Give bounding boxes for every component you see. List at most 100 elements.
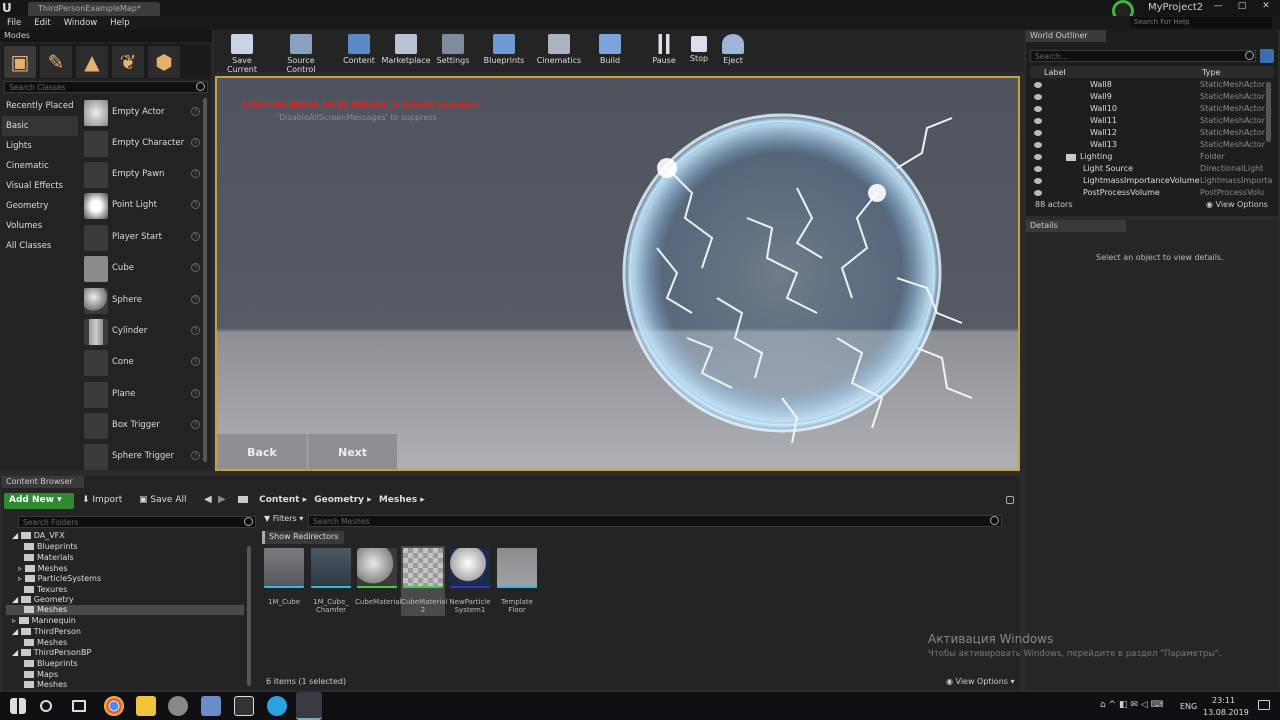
- app-icon[interactable]: [201, 696, 221, 716]
- tree-item[interactable]: Blueprints: [24, 542, 78, 551]
- outliner-row[interactable]: Wall11 StaticMeshActor: [1032, 116, 1272, 128]
- category-volumes[interactable]: Volumes: [2, 216, 78, 236]
- help-icon[interactable]: ?: [191, 326, 200, 335]
- import-button[interactable]: ⬇ Import: [82, 495, 122, 505]
- tree-item[interactable]: Texures: [24, 585, 67, 594]
- tree-scrollbar[interactable]: [247, 546, 251, 686]
- class-plane[interactable]: Plane?: [82, 380, 202, 410]
- assets-view-options[interactable]: ◉ View Options ▾: [946, 677, 1015, 686]
- search-folders-input[interactable]: Search Folders: [18, 516, 256, 528]
- category-lights[interactable]: Lights: [2, 136, 78, 156]
- search-icon[interactable]: [40, 700, 52, 712]
- asset-tile[interactable]: 1M_Cube: [262, 548, 306, 606]
- save-current-button[interactable]: Save Current: [218, 32, 266, 74]
- class-empty-actor[interactable]: Empty Actor?: [82, 98, 202, 128]
- outliner-row[interactable]: PostProcessVolume PostProcessVolu: [1032, 188, 1272, 200]
- windows-start-icon[interactable]: [10, 698, 26, 714]
- tree-item[interactable]: ◢ ThirdPersonBP: [12, 648, 91, 657]
- notifications-icon[interactable]: [1258, 700, 1270, 710]
- next-button[interactable]: Next: [307, 434, 397, 469]
- menu-help[interactable]: Help: [110, 16, 129, 30]
- outliner-search-input[interactable]: Search...: [1030, 50, 1256, 62]
- level-viewport[interactable]: LIGHTING NEEDS TO BE REBUILT (3 unbuilt …: [215, 76, 1020, 471]
- filters-button[interactable]: ▼ Filters ▾: [264, 514, 303, 523]
- place-mode-icon[interactable]: ▣: [4, 46, 36, 78]
- tree-item[interactable]: Maps: [24, 670, 58, 679]
- visibility-eye-icon[interactable]: [1034, 106, 1042, 112]
- category-cinematic[interactable]: Cinematic: [2, 156, 78, 176]
- class-box-trigger[interactable]: Box Trigger?: [82, 411, 202, 441]
- tree-item[interactable]: Meshes: [24, 638, 67, 647]
- column-label[interactable]: Label: [1044, 68, 1066, 77]
- paint-mode-icon[interactable]: ✎: [40, 46, 72, 78]
- column-type[interactable]: Type: [1202, 68, 1220, 77]
- tree-item[interactable]: ▹ Mannequin: [12, 616, 76, 625]
- outliner-row[interactable]: Wall10 StaticMeshActor: [1032, 104, 1272, 116]
- search-classes-input[interactable]: Search Classes: [4, 81, 208, 93]
- tree-item[interactable]: Materials: [24, 553, 74, 562]
- outliner-row[interactable]: Wall12 StaticMeshActor: [1032, 128, 1272, 140]
- category-recently-placed[interactable]: Recently Placed: [2, 96, 78, 116]
- menu-edit[interactable]: Edit: [34, 16, 50, 30]
- visibility-eye-icon[interactable]: [1034, 82, 1042, 88]
- tree-item[interactable]: ◢ DA_VFX: [12, 531, 65, 540]
- language-indicator[interactable]: ENG: [1180, 702, 1197, 711]
- clock-time[interactable]: 23:11: [1212, 696, 1235, 705]
- help-icon[interactable]: ?: [191, 263, 200, 272]
- outliner-row[interactable]: Wall13 StaticMeshActor: [1032, 140, 1272, 152]
- class-cone[interactable]: Cone?: [82, 348, 202, 378]
- visibility-eye-icon[interactable]: [1034, 178, 1042, 184]
- settings-button[interactable]: Settings: [436, 32, 470, 70]
- tree-item[interactable]: ◢ Geometry: [12, 595, 74, 604]
- blueprints-button[interactable]: Blueprints: [482, 32, 526, 70]
- class-cube[interactable]: Cube?: [82, 254, 202, 284]
- chrome-icon[interactable]: [104, 696, 124, 716]
- help-icon[interactable]: ?: [191, 451, 200, 460]
- outliner-row[interactable]: Wall9 StaticMeshActor: [1032, 92, 1272, 104]
- outliner-options-icon[interactable]: [1260, 49, 1274, 63]
- search-help-input[interactable]: Search For Help: [1130, 17, 1272, 28]
- visibility-eye-icon[interactable]: [1034, 94, 1042, 100]
- app-icon[interactable]: [234, 696, 254, 716]
- telegram-icon[interactable]: [267, 696, 287, 716]
- asset-tile[interactable]: NewParticle System1: [448, 548, 492, 614]
- stop-button[interactable]: Stop: [686, 32, 712, 70]
- asset-tile-selected[interactable]: CubeMaterial 2: [401, 546, 448, 616]
- outliner-row[interactable]: Wall8 StaticMeshActor: [1032, 80, 1272, 92]
- eject-button[interactable]: Eject: [720, 32, 746, 70]
- outliner-row-folder[interactable]: Lighting Folder: [1032, 152, 1272, 164]
- crumb-content[interactable]: Content: [259, 495, 299, 505]
- level-tab[interactable]: ThirdPersonExampleMap*: [28, 2, 160, 16]
- category-visual-effects[interactable]: Visual Effects: [2, 176, 78, 196]
- tray-icons[interactable]: ⌂ ^ ◧ ✉ ◁ ⌨: [1100, 700, 1164, 710]
- menu-window[interactable]: Window: [64, 16, 98, 30]
- class-cylinder[interactable]: Cylinder?: [82, 317, 202, 347]
- visibility-eye-icon[interactable]: [1034, 166, 1042, 172]
- class-sphere-trigger[interactable]: Sphere Trigger?: [82, 442, 202, 472]
- help-icon[interactable]: ?: [191, 295, 200, 304]
- category-basic[interactable]: Basic: [2, 116, 78, 136]
- show-redirectors-chip[interactable]: Show Redirectors: [262, 531, 345, 544]
- modes-scrollbar[interactable]: [203, 98, 207, 462]
- help-icon[interactable]: ?: [191, 138, 200, 147]
- lock-icon[interactable]: [1006, 496, 1014, 504]
- tree-item[interactable]: ▹ ParticleSystems: [18, 574, 101, 583]
- crumb-geometry[interactable]: Geometry: [314, 495, 364, 505]
- back-button[interactable]: Back: [217, 434, 307, 469]
- class-player-start[interactable]: Player Start?: [82, 223, 202, 253]
- clock-date[interactable]: 13.08.2019: [1203, 708, 1249, 717]
- help-icon[interactable]: ?: [191, 107, 200, 116]
- content-button[interactable]: Content: [342, 32, 376, 70]
- help-icon[interactable]: ?: [191, 169, 200, 178]
- search-meshes-input[interactable]: Search Meshes: [308, 515, 1002, 527]
- save-all-button[interactable]: ▣ Save All: [139, 495, 187, 505]
- class-empty-pawn[interactable]: Empty Pawn?: [82, 160, 202, 190]
- pause-button[interactable]: Pause: [650, 32, 678, 70]
- add-new-button[interactable]: Add New ▾: [4, 493, 74, 509]
- help-icon[interactable]: ?: [191, 200, 200, 209]
- app-icon[interactable]: [168, 696, 188, 716]
- category-geometry[interactable]: Geometry: [2, 196, 78, 216]
- crumb-meshes[interactable]: Meshes: [379, 495, 417, 505]
- class-empty-character[interactable]: Empty Character?: [82, 129, 202, 159]
- outliner-view-options[interactable]: ◉ View Options: [1206, 200, 1268, 209]
